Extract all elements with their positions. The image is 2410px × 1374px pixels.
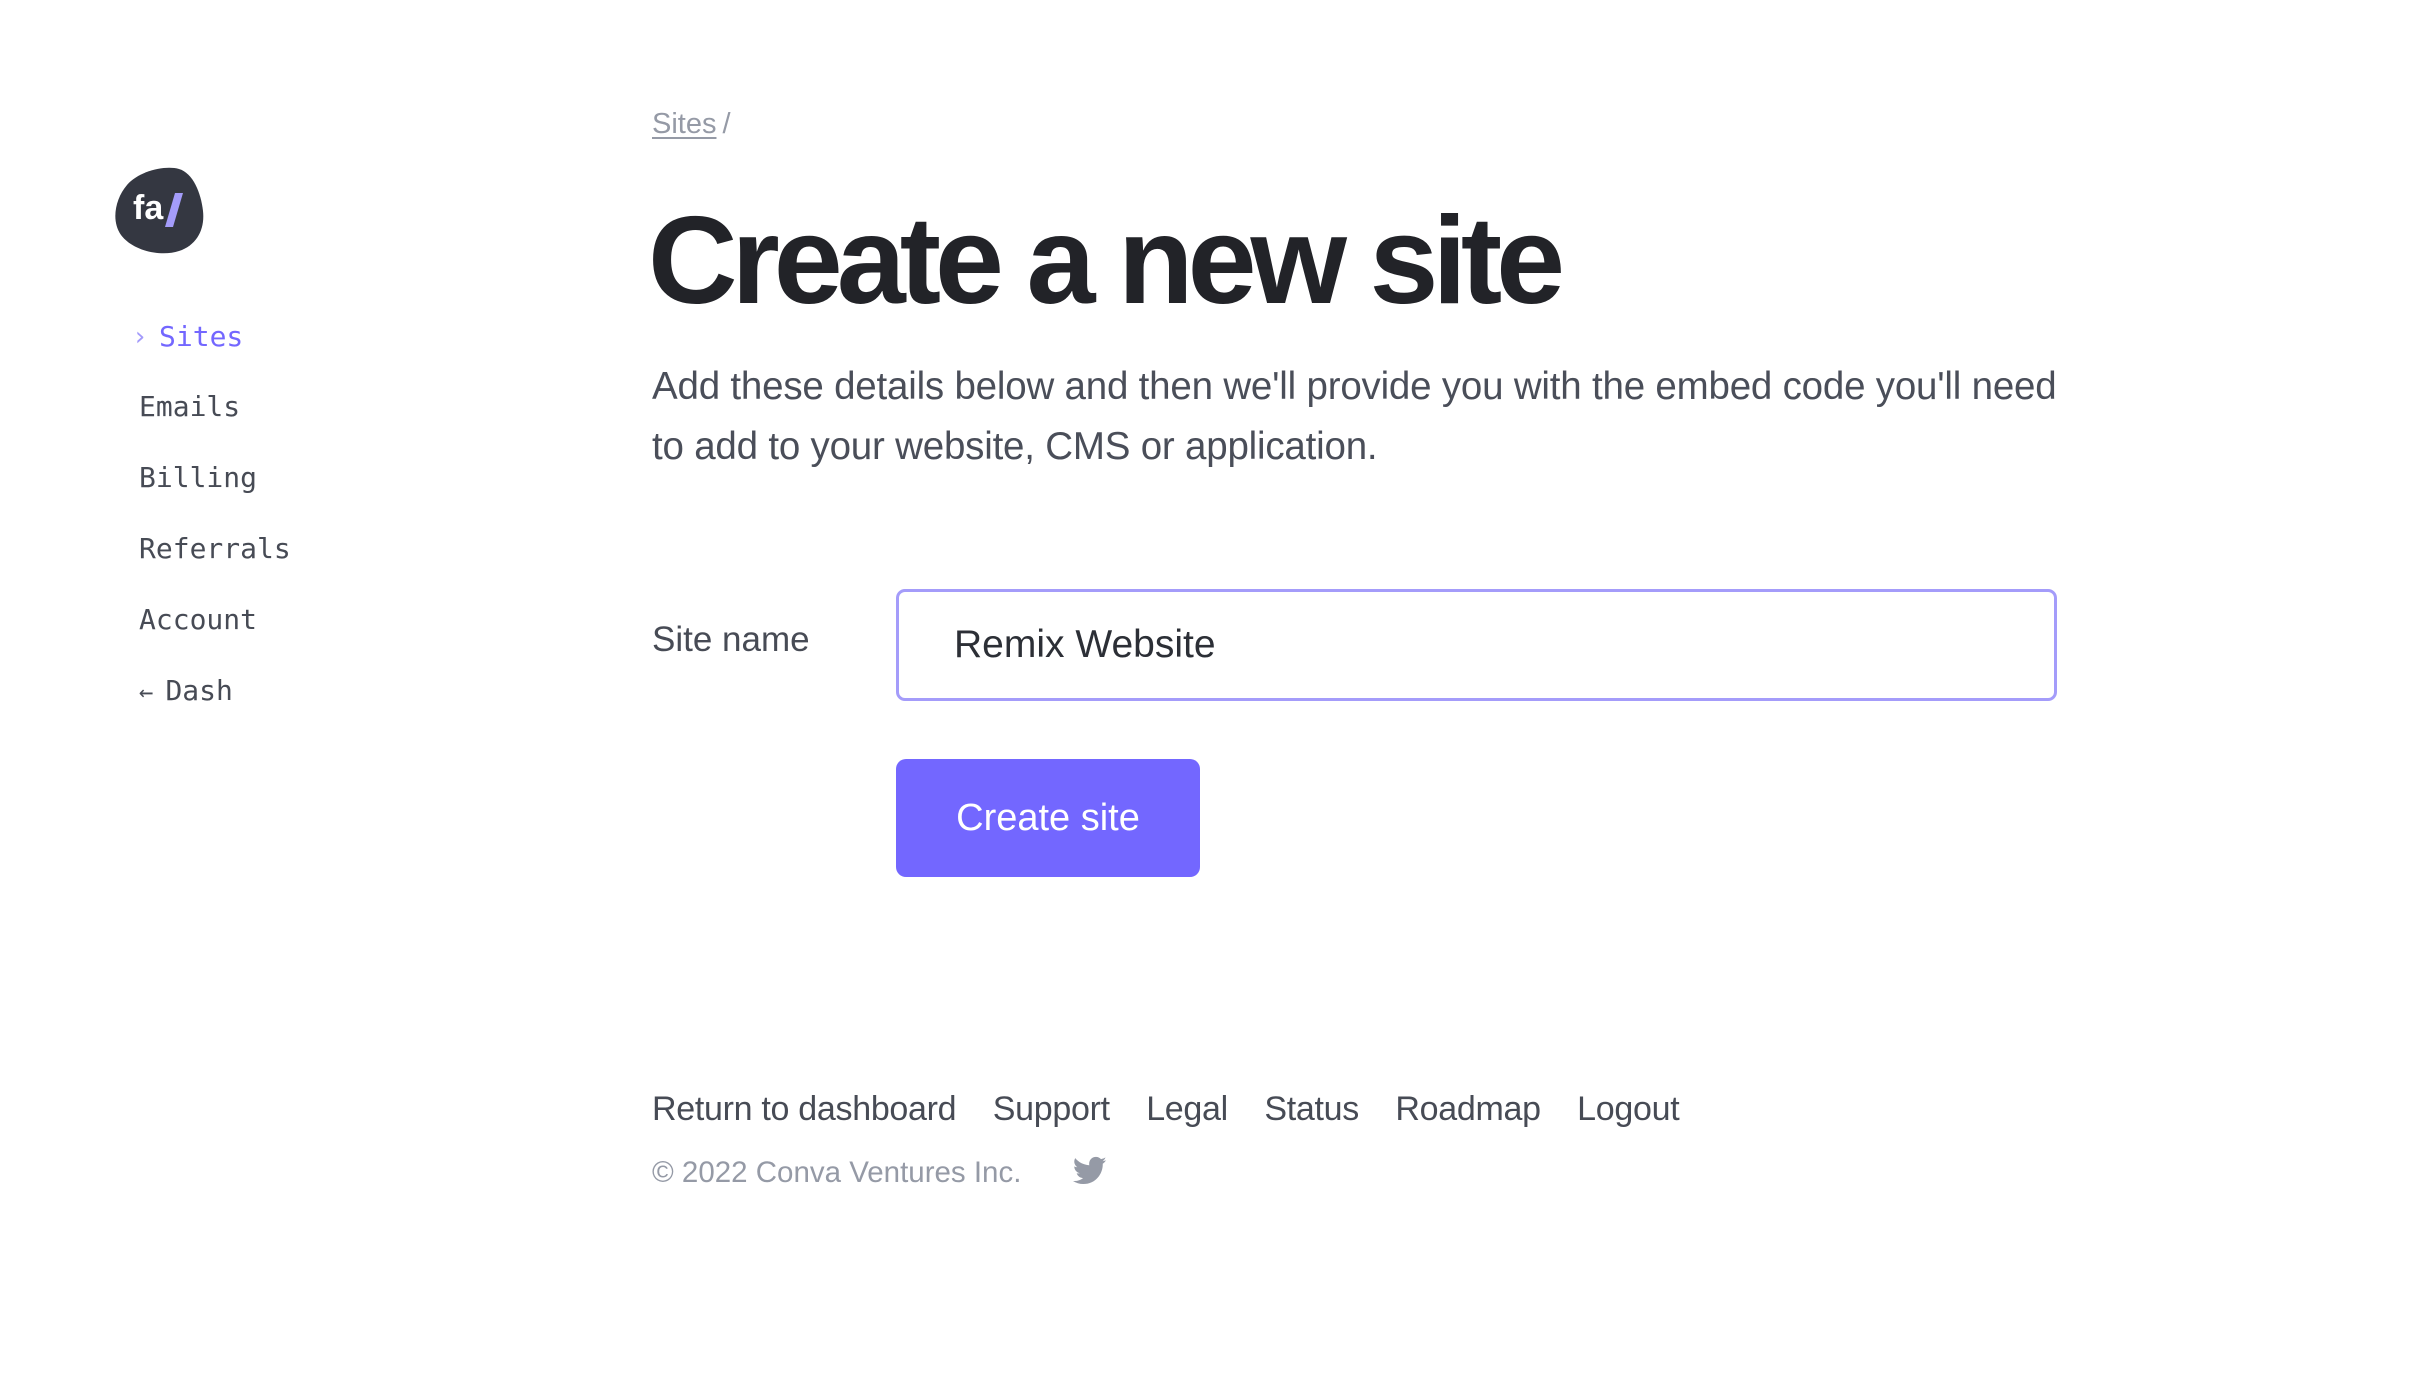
page-title: Create a new site: [648, 192, 1565, 330]
sidebar-item-label: Dash: [165, 674, 233, 707]
sidebar-item-account[interactable]: Account: [139, 600, 257, 640]
sidebar-item-label: Referrals: [139, 532, 291, 565]
logo[interactable]: fa: [113, 163, 205, 255]
footer-link-legal[interactable]: Legal: [1146, 1090, 1228, 1128]
logo-mark: fa: [115, 167, 204, 254]
sidebar-item-sites[interactable]: › Sites: [132, 317, 244, 357]
sidebar-item-label: Sites: [159, 320, 244, 353]
footer-link-roadmap[interactable]: Roadmap: [1395, 1090, 1541, 1128]
site-name-input[interactable]: [896, 589, 2057, 701]
footer-link-return-to-dashboard[interactable]: Return to dashboard: [652, 1090, 957, 1128]
logo-letters: fa: [133, 189, 164, 227]
sidebar-item-referrals[interactable]: Referrals: [139, 529, 291, 569]
sidebar-item-label: Billing: [139, 461, 258, 494]
arrow-left-icon: ←: [139, 678, 154, 706]
site-name-label: Site name: [652, 620, 810, 659]
footer-link-logout[interactable]: Logout: [1577, 1090, 1680, 1128]
footer-links: Return to dashboard Support Legal Status…: [652, 1090, 1711, 1129]
chevron-right-icon: ›: [132, 322, 148, 352]
breadcrumb-link-sites[interactable]: Sites: [652, 108, 716, 140]
sidebar-item-emails[interactable]: Emails: [139, 387, 240, 427]
create-site-button[interactable]: Create site: [896, 759, 1200, 877]
twitter-link[interactable]: [1072, 1156, 1107, 1188]
sidebar-item-label: Emails: [139, 390, 241, 423]
page-intro: Add these details below and then we'll p…: [652, 365, 2057, 468]
twitter-icon: [1072, 1156, 1107, 1185]
copyright: © 2022 Conva Ventures Inc.: [652, 1156, 1022, 1189]
footer-link-status[interactable]: Status: [1264, 1090, 1359, 1128]
footer-link-support[interactable]: Support: [993, 1090, 1110, 1128]
sidebar-item-dash[interactable]: ← Dash: [139, 671, 233, 711]
breadcrumb: Sites /: [652, 108, 731, 141]
sidebar-item-billing[interactable]: Billing: [139, 458, 257, 498]
sidebar-item-label: Account: [139, 603, 258, 636]
breadcrumb-separator: /: [722, 108, 731, 140]
